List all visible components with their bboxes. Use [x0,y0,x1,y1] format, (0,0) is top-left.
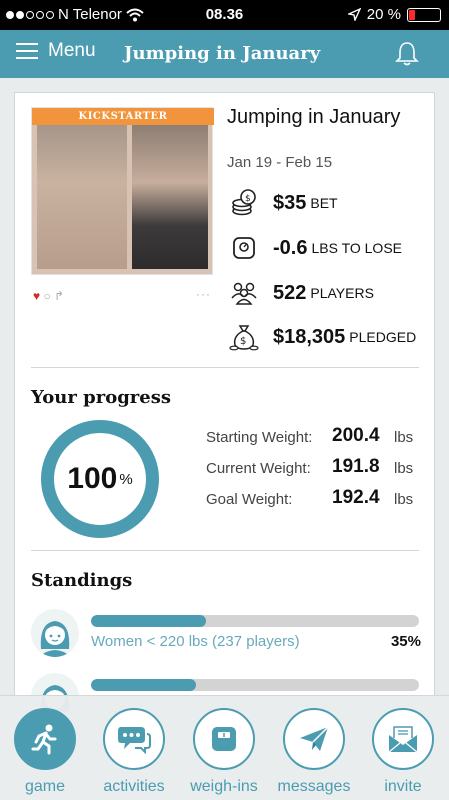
starting-weight-row: Starting Weight: 200.4 lbs [206,425,434,449]
nav-label: activities [103,778,165,795]
stat-value: -0.6 [273,236,308,259]
before-photo [37,125,127,269]
challenge-photo[interactable]: KICKSTARTER [31,107,214,275]
weight-value: 200.4 [332,425,380,446]
stat-value: $35 [273,191,307,214]
divider [31,550,419,551]
paper-plane-icon [283,708,345,770]
nav-label: game [24,778,66,795]
standing-progress-bar [91,679,419,691]
nav-label: messages [277,778,351,795]
stat-pledged: $ $18,305 pledged [229,322,416,352]
hamburger-icon [16,43,38,59]
runner-icon [14,708,76,770]
weight-value: 192.4 [332,487,380,508]
scale-icon [193,708,255,770]
nav-invite[interactable]: invite [358,708,448,796]
challenge-card: KICKSTARTER ♥ ○ ↱ ··· Jumping in January… [14,92,435,712]
menu-button[interactable]: Menu [16,40,96,62]
stat-unit: players [310,285,374,301]
nav-weigh-ins[interactable]: weigh-ins [179,708,269,796]
more-icon[interactable]: ··· [196,287,211,301]
weight-label: Goal Weight: [206,491,293,508]
app-header: Menu Jumping in January [0,30,449,78]
status-bar: N Telenor 08.36 20 % [0,0,449,30]
stat-value: $18,305 [273,325,346,348]
current-weight-row: Current Weight: 191.8 lbs [206,456,434,480]
nav-messages[interactable]: messages [269,708,359,796]
heart-icon[interactable]: ♥ [33,289,40,303]
bell-icon[interactable] [395,41,419,67]
progress-heading: Your progress [31,387,171,408]
stat-unit: bet [310,195,338,211]
progress-percent-sign: % [119,470,133,488]
stat-bet: $ $35 bet [229,188,338,218]
stat-lbs-to-lose: -0.6 lbs to lose [229,233,402,263]
scale-icon [229,233,259,263]
weight-label: Current Weight: [206,460,311,477]
standing-row[interactable]: Women < 220 lbs (237 players) 35% [31,609,421,659]
divider [31,367,419,368]
weight-value: 191.8 [332,456,380,477]
photo-banner: KICKSTARTER [32,108,214,125]
standing-label: Women < 220 lbs (237 players) [91,633,300,650]
players-icon [229,278,259,308]
nav-activities[interactable]: activities [89,708,179,796]
goal-weight-row: Goal Weight: 192.4 lbs [206,487,434,511]
menu-label: Menu [48,40,96,61]
envelope-icon [372,708,434,770]
photo-reactions: ♥ ○ ↱ ··· [33,287,211,303]
chat-icon [103,708,165,770]
standing-progress-fill [91,615,206,627]
battery-percent: 20 % [366,6,401,23]
location-arrow-icon [347,8,361,21]
progress-ring: 100% [41,420,159,538]
bottom-nav: game activities weigh-ins messages invit… [0,695,449,800]
progress-percent: 100 [67,462,118,495]
battery-icon [407,7,441,22]
standing-progress-fill [91,679,196,691]
standings-heading: Standings [31,570,133,591]
standing-progress-bar [91,615,419,627]
status-right: 20 % [347,6,441,23]
nav-label: invite [384,778,422,795]
weight-unit: lbs [394,491,414,508]
stat-unit: lbs to lose [311,240,402,256]
comment-icon[interactable]: ○ [43,289,50,303]
challenge-dates: Jan 19 - Feb 15 [227,154,333,171]
weight-unit: lbs [394,460,414,477]
weight-label: Starting Weight: [206,429,313,446]
stat-value: 522 [273,281,307,304]
stat-unit: pledged [349,329,417,345]
nav-game[interactable]: game [0,708,90,796]
standing-percent: 35% [390,633,421,650]
woman-avatar-icon [31,609,79,657]
money-bag-icon: $ [229,322,259,352]
after-photo [132,125,208,269]
stat-players: 522 players [229,278,374,308]
page-title: Jumping in January [124,43,321,64]
challenge-title: Jumping in January [227,106,401,128]
coins-icon: $ [229,188,259,218]
nav-label: weigh-ins [190,778,258,795]
svg-text:$: $ [240,336,246,347]
share-icon[interactable]: ↱ [54,289,64,303]
svg-text:$: $ [245,194,251,204]
weight-unit: lbs [394,429,414,446]
